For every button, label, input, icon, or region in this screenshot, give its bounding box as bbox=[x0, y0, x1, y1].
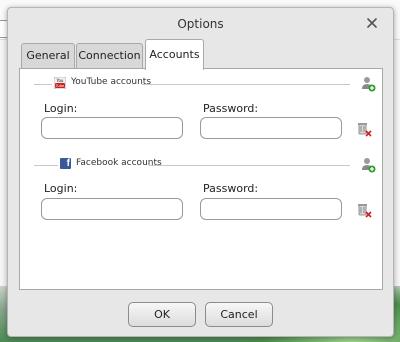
facebook-icon: f bbox=[60, 158, 71, 169]
title-bar: Options bbox=[8, 8, 393, 38]
facebook-password-label: Password: bbox=[203, 182, 259, 195]
tab-general[interactable]: General bbox=[21, 43, 75, 69]
facebook-section-title: Facebook accounts bbox=[76, 158, 162, 168]
ok-button[interactable]: OK bbox=[128, 302, 196, 327]
close-icon[interactable] bbox=[365, 16, 379, 30]
accounts-panel: You Tube YouTube accounts Login: Passwor… bbox=[19, 68, 383, 290]
facebook-password-field[interactable] bbox=[200, 198, 342, 220]
dialog-title: Options bbox=[177, 17, 224, 31]
youtube-section-header: You Tube YouTube accounts bbox=[20, 75, 384, 93]
add-user-icon[interactable] bbox=[360, 157, 376, 173]
svg-text:You: You bbox=[56, 78, 64, 83]
delete-user-icon[interactable] bbox=[356, 202, 372, 218]
facebook-section-header: f Facebook accounts bbox=[20, 156, 384, 174]
youtube-login-label: Login: bbox=[44, 102, 78, 115]
tab-accounts[interactable]: Accounts bbox=[145, 39, 204, 70]
facebook-login-field[interactable] bbox=[41, 198, 183, 220]
delete-user-icon[interactable] bbox=[356, 121, 372, 137]
youtube-section-title: YouTube accounts bbox=[71, 77, 152, 87]
youtube-login-field[interactable] bbox=[41, 117, 183, 139]
svg-text:Tube: Tube bbox=[55, 84, 65, 88]
youtube-icon: You Tube bbox=[53, 76, 67, 90]
tab-connection[interactable]: Connection bbox=[76, 43, 143, 69]
facebook-login-label: Login: bbox=[44, 182, 78, 195]
youtube-password-field[interactable] bbox=[200, 117, 342, 139]
cancel-button[interactable]: Cancel bbox=[205, 302, 273, 327]
add-user-icon[interactable] bbox=[360, 76, 376, 92]
youtube-password-label: Password: bbox=[203, 102, 259, 115]
options-dialog: Options General Connection Accounts You … bbox=[7, 7, 394, 337]
